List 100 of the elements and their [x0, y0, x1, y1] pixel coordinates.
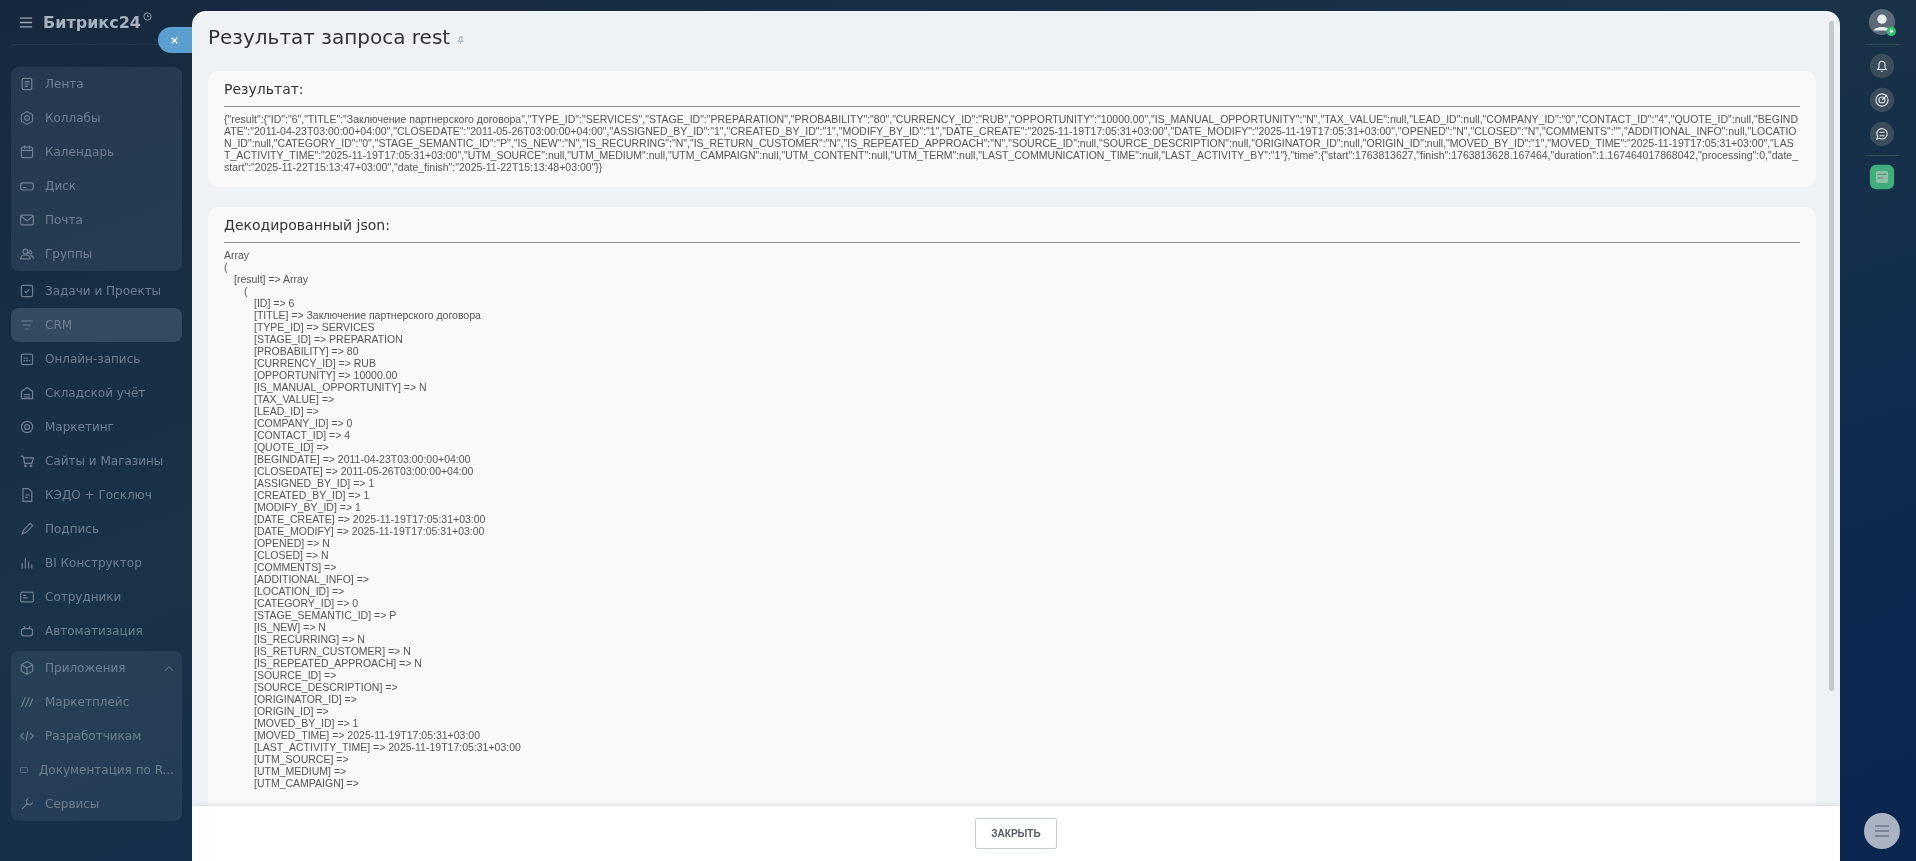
- code-line: [TAX_VALUE] =>: [254, 393, 336, 405]
- sidebar-item[interactable]: Складской учёт: [11, 376, 182, 410]
- avatar-icon[interactable]: [1868, 8, 1896, 36]
- menu-label: Диск: [45, 179, 77, 193]
- sidebar-item[interactable]: КЭДО + Госключ: [11, 478, 182, 512]
- sidebar-item[interactable]: Сотрудники: [11, 580, 182, 614]
- pen-icon: [19, 521, 35, 537]
- sidebar-item[interactable]: Сервисы: [11, 787, 182, 821]
- slider-title: Результат запроса rest: [208, 25, 451, 49]
- result-text: {"result":{"ID":"6","TITLE":"Заключение партнерского договора","TYPE_ID":"SERVICES","STAGE_ID":"PREPARATION","PROBABILITY":"80","CURRENCY_ID":"RUB","OPPORTUNITY":"10000.00","IS_MANUAL_OPPORTUNITY":"N","TAX_VALUE":null,"LEAD_ID":null,"COMPANY_ID":"0","CONTACT_ID":"4","QUOTE_ID":null,"BEGINDATE":"2011-04-23T03:00:00+04:00","CLOSEDATE":"2011-05-26T03:00:00+04:00","ASSIGNED_BY_ID":"1","CREATED_BY_ID":"1","MODIFY_BY_ID":"1","DATE_CREATE":"2025-11-19T17:05:31+03:00","DATE_MODIFY":"2025-11-19T17:05:31+03:00","OPENED":"N","CLOSED":"N","COMMENTS":"","ADDITIONAL_INFO":null,"LOCATION_ID":null,"CATEGORY_ID":"0","STAGE_SEMANTIC_ID":"P","IS_NEW":"N","IS_RECURRING":"N","IS_RETURN_CUSTOMER":"N","IS_REPEATED_APPROACH":"N","SOURCE_ID":null,"SOURCE_DESCRIPTION":null,"ORIGINATOR_ID":null,"ORIGIN_ID":null,"MOVED_BY_ID":"1","MOVED_TIME":"2025-11-19T17:05:31+03:00","LAST_ACTIVITY_TIME":"2025-11-19T17:05:31+03:00","UTM_SOURCE":null,"UTM_MEDIUM":null,"UTM_CAMPAIGN":null,"UTM_CONTENT":null,"UTM_TERM":null,"LAST_COMMUNICATION_TIME":null,"LAST_ACTIVITY_BY":"1"},"time":{"start":1763813627,"finish":1763813628.167464,"duration":1.167464017868042,"processing":0,"date_start":"2025-11-22T15:13:47+03:00","date_finish":"2025-11-22T15:13:48+03:00"}}: [224, 113, 1799, 173]
- code-line: [LEAD_ID] =>: [254, 405, 320, 417]
- menu-label: Подпись: [45, 522, 99, 536]
- sidebar-item[interactable]: Подпись: [11, 512, 182, 546]
- code-line: [DATE_CREATE] => 2025-11-19T17:05:31+03:00: [254, 513, 487, 525]
- checkbox-icon: [19, 283, 35, 299]
- wrench-icon: [19, 796, 35, 812]
- scrollbar-thumb[interactable]: [1829, 21, 1834, 691]
- menu-label: Сервисы: [45, 797, 100, 811]
- list-icon[interactable]: [1864, 813, 1900, 849]
- code-line: [IS_RETURN_CUSTOMER] => N: [254, 645, 412, 657]
- logo-text[interactable]: Битрикс24: [43, 12, 141, 32]
- code-line: [ORIGINATOR_ID] =>: [254, 693, 358, 705]
- sidebar-item[interactable]: Разработчикам: [11, 719, 182, 753]
- sidebar-item[interactable]: Почта: [11, 203, 182, 237]
- clock-icon: [142, 12, 152, 21]
- code-line: [MOVED_BY_ID] => 1: [254, 717, 360, 729]
- code-line: [STAGE_SEMANTIC_ID] => P: [254, 609, 398, 621]
- sidebar-item[interactable]: Группы: [11, 237, 182, 271]
- menu-label: Разработчикам: [45, 729, 142, 743]
- code-line: [IS_MANUAL_OPPORTUNITY] => N: [254, 381, 428, 393]
- code-line: [COMMENTS] =>: [254, 561, 338, 573]
- calendar-icon: [19, 351, 35, 367]
- sidebar-item[interactable]: CRM: [11, 308, 182, 342]
- code-line: [SOURCE_ID] =>: [254, 669, 338, 681]
- sidebar-item[interactable]: Автоматизация: [11, 614, 182, 648]
- menu-icon[interactable]: [19, 16, 33, 28]
- sidebar-item[interactable]: Диск: [11, 169, 182, 203]
- people-icon: [19, 246, 35, 262]
- code-line: [COMPANY_ID] => 0: [254, 417, 354, 429]
- card-title: Декодированный json:: [224, 217, 391, 233]
- code-line: (: [244, 285, 249, 297]
- sidebar-item[interactable]: Сайты и Магазины: [11, 444, 182, 478]
- menu-label: Маркетплейс: [45, 695, 130, 709]
- code-line: [result] => Array: [234, 273, 310, 285]
- sidebar-item[interactable]: Задачи и Проекты: [11, 274, 182, 308]
- sidebar-item[interactable]: Онлайн-запись: [11, 342, 182, 376]
- code-line: [DATE_MODIFY] => 2025-11-19T17:05:31+03:00: [254, 525, 486, 537]
- target-icon: [19, 419, 35, 435]
- chat-icon[interactable]: [1869, 121, 1895, 147]
- funnel-icon: [19, 317, 35, 333]
- code-line: [CREATED_BY_ID] => 1: [254, 489, 371, 501]
- sidebar-item[interactable]: Календарь: [11, 135, 182, 169]
- menu-label: BI Конструктор: [45, 556, 142, 570]
- close-button[interactable]: [158, 27, 192, 53]
- sidebar-item[interactable]: Маркетплейс: [11, 685, 182, 719]
- bell-icon[interactable]: [1869, 53, 1895, 79]
- sidebar-item[interactable]: BI Конструктор: [11, 546, 182, 580]
- close-icon: [170, 35, 179, 45]
- app-icon[interactable]: [1869, 164, 1895, 190]
- bar-chart-icon: [19, 555, 35, 571]
- code-line: [CLOSED] => N: [254, 549, 330, 561]
- code-line: [STAGE_ID] => PREPARATION: [254, 333, 404, 345]
- code-line: [UTM_SOURCE] =>: [254, 753, 350, 765]
- code-line: [ORIGIN_ID] =>: [254, 705, 330, 717]
- card-title: Результат:: [224, 81, 305, 97]
- menu-label: Группы: [45, 247, 93, 261]
- menu-label: Лента: [45, 77, 84, 91]
- code-line: [OPENED] => N: [254, 537, 331, 549]
- sidebar-item[interactable]: Маркетинг: [11, 410, 182, 444]
- menu-label: Задачи и Проекты: [45, 284, 162, 298]
- code-line: [LOCATION_ID] =>: [254, 585, 346, 597]
- sidebar-item[interactable]: Коллабы: [11, 101, 182, 135]
- code-line: (: [224, 261, 229, 273]
- calendar-icon: [19, 144, 35, 160]
- sidebar-item[interactable]: Лента: [11, 67, 182, 101]
- target-icon[interactable]: [1869, 87, 1895, 113]
- code-line: [ADDITIONAL_INFO] =>: [254, 573, 370, 585]
- code-line: [SOURCE_DESCRIPTION] =>: [254, 681, 399, 693]
- cart-icon: [19, 453, 35, 469]
- hexagon-icon: [19, 110, 35, 126]
- code-line: [IS_RECURRING] => N: [254, 633, 366, 645]
- menu-label: Сайты и Магазины: [45, 454, 164, 468]
- menu-label: Приложения: [45, 661, 126, 675]
- code-line: [ID] => 6: [254, 297, 296, 309]
- code-line: [TYPE_ID] => SERVICES: [254, 321, 376, 333]
- newspaper-icon: [19, 76, 35, 92]
- menu-label: Сотрудники: [45, 590, 122, 604]
- menu-label: Автоматизация: [45, 624, 143, 638]
- menu-label: Маркетинг: [45, 420, 114, 434]
- code-line: Array: [224, 249, 251, 261]
- menu-label: Почта: [45, 213, 83, 227]
- menu-label: CRM: [45, 318, 73, 332]
- sidebar-item[interactable]: Документация по R...: [11, 753, 182, 787]
- close-button[interactable]: ЗАКРЫТЬ: [975, 818, 1057, 849]
- menu-group-header[interactable]: Приложения: [11, 651, 182, 685]
- menu-label: Коллабы: [45, 111, 101, 125]
- code-line: [OPPORTUNITY] => 10000.00: [254, 369, 399, 381]
- menu-label: Онлайн-запись: [45, 352, 141, 366]
- code-line: [CURRENCY_ID] => RUB: [254, 357, 377, 369]
- code-line: [TITLE] => Заключение партнерского договора: [254, 309, 482, 321]
